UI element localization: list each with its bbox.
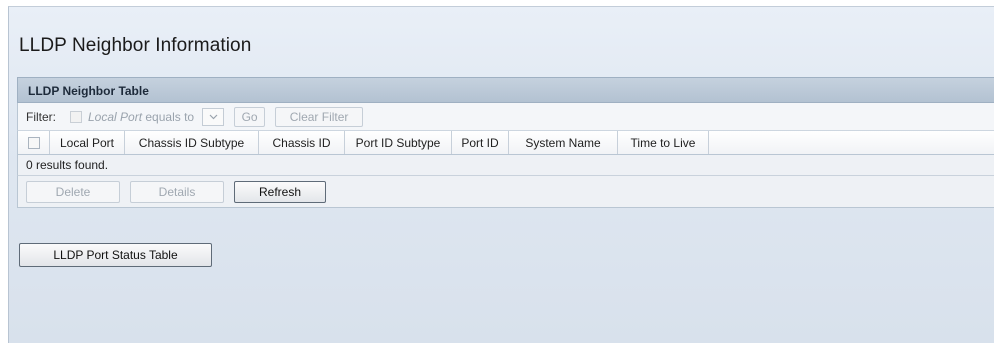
content-panel: LLDP Neighbor Information LLDP Neighbor … bbox=[8, 6, 994, 343]
filter-bar: Filter: Local Port equals to Go Clear Fi… bbox=[17, 103, 994, 131]
delete-button[interactable]: Delete bbox=[26, 180, 120, 203]
table-actions: Delete Details Refresh bbox=[17, 176, 994, 208]
window: LLDP Neighbor Information LLDP Neighbor … bbox=[0, 0, 994, 343]
lldp-port-status-table-button[interactable]: LLDP Port Status Table bbox=[19, 243, 212, 267]
column-header-port-id-subtype[interactable]: Port ID Subtype bbox=[345, 131, 452, 154]
select-all-checkbox[interactable] bbox=[27, 136, 40, 149]
column-header-time-to-live[interactable]: Time to Live bbox=[618, 131, 709, 154]
column-header-local-port[interactable]: Local Port bbox=[50, 131, 125, 154]
table-title: LLDP Neighbor Table bbox=[17, 77, 994, 103]
filter-port-select[interactable] bbox=[202, 107, 225, 126]
select-all-cell bbox=[18, 131, 50, 154]
neighbor-table: LLDP Neighbor Table Filter: Local Port e… bbox=[17, 77, 994, 208]
refresh-button[interactable]: Refresh bbox=[234, 180, 326, 203]
column-header-system-name[interactable]: System Name bbox=[509, 131, 618, 154]
column-header-chassis-id-subtype[interactable]: Chassis ID Subtype bbox=[125, 131, 259, 154]
results-count: 0 results found. bbox=[17, 155, 994, 176]
details-button[interactable]: Details bbox=[130, 180, 224, 203]
chevron-down-icon bbox=[209, 114, 218, 119]
filter-operator: equals to bbox=[145, 109, 195, 124]
column-header-chassis-id[interactable]: Chassis ID bbox=[259, 131, 345, 154]
filter-label: Filter: bbox=[26, 109, 56, 124]
table-header-row: Local Port Chassis ID Subtype Chassis ID… bbox=[17, 131, 994, 155]
filter-field-label: Local Port equals to bbox=[88, 110, 194, 124]
filter-field-name: Local Port bbox=[88, 109, 143, 124]
page-title: LLDP Neighbor Information bbox=[19, 35, 252, 56]
filter-checkbox[interactable] bbox=[70, 110, 82, 123]
clear-filter-button[interactable]: Clear Filter bbox=[275, 106, 364, 127]
go-button[interactable]: Go bbox=[234, 106, 266, 127]
column-header-port-id[interactable]: Port ID bbox=[452, 131, 509, 154]
